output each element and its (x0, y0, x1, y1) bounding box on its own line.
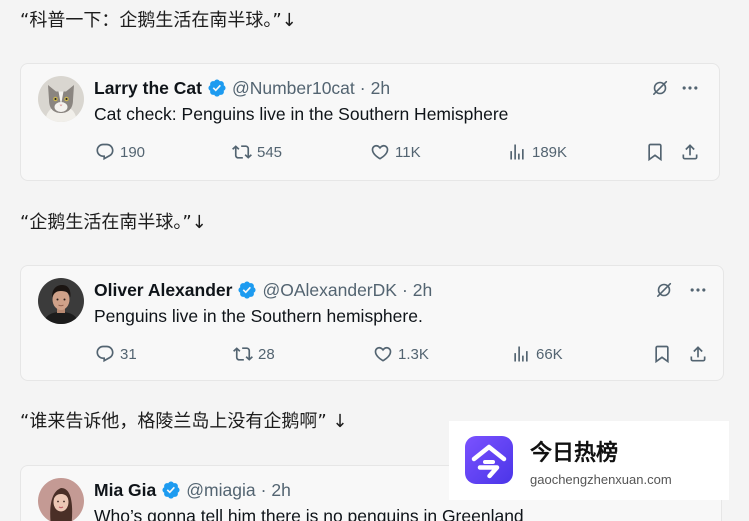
heart-icon (370, 142, 390, 162)
verified-badge-icon (207, 78, 227, 98)
person-avatar-image (38, 278, 84, 324)
share-button[interactable] (688, 344, 708, 364)
repost-count: 545 (257, 143, 283, 161)
like-count: 1.3K (398, 345, 429, 363)
logo-icon (465, 436, 513, 484)
bookmark-button[interactable] (652, 344, 672, 364)
tweet-card[interactable]: Larry the Cat @Number10cat · 2h Cat chec… (20, 63, 720, 181)
like-button[interactable]: 11K (370, 140, 421, 164)
caption-2: “企鹅生活在南半球。”↓ (20, 212, 207, 233)
like-count: 11K (395, 143, 421, 161)
tweet-text: Who’s gonna tell him there is no penguin… (94, 506, 524, 521)
person-avatar[interactable] (38, 478, 84, 521)
bar-chart-icon (507, 142, 527, 162)
views-button[interactable]: 66K (511, 342, 563, 366)
author-handle[interactable]: @OAlexanderDK (262, 280, 397, 301)
reply-button[interactable]: 190 (95, 140, 145, 164)
watermark-title: 今日热榜 (530, 441, 619, 466)
repost-count: 28 (258, 345, 275, 363)
bookmark-icon (645, 142, 665, 162)
like-button[interactable]: 1.3K (373, 342, 429, 366)
repost-icon (232, 142, 252, 162)
cat-avatar[interactable] (38, 76, 84, 122)
views-count: 189K (532, 143, 568, 161)
author-name[interactable]: Larry the Cat (94, 78, 202, 99)
tweet-text: Cat check: Penguins live in the Southern… (94, 104, 509, 124)
separator-dot: · (260, 479, 267, 500)
person-avatar[interactable] (38, 278, 84, 324)
tweet-header: Mia Gia @miagia · 2h (94, 478, 291, 502)
verified-badge-icon (161, 480, 181, 500)
views-count: 66K (536, 345, 563, 363)
tweet-text: Penguins live in the Southern hemisphere… (94, 306, 423, 326)
timestamp[interactable]: 2h (413, 280, 432, 301)
author-handle[interactable]: @Number10cat (232, 78, 355, 99)
person-avatar-image (38, 478, 84, 521)
author-name[interactable]: Oliver Alexander (94, 280, 232, 301)
jinri-rebang-logo (465, 436, 513, 484)
grok-button[interactable] (654, 280, 674, 300)
more-button[interactable] (688, 280, 708, 300)
more-dots-icon (688, 280, 708, 300)
watermark-badge: 今日热榜 gaochengzhenxuan.com (449, 421, 729, 500)
tweet-card[interactable]: Oliver Alexander @OAlexanderDK · 2h Peng… (20, 265, 724, 381)
share-icon (688, 344, 708, 364)
grok-icon (650, 78, 670, 98)
caption-3: “谁来告诉他，格陵兰岛上没有企鹅啊” ↓ (20, 411, 348, 432)
timestamp[interactable]: 2h (371, 78, 390, 99)
watermark-domain: gaochengzhenxuan.com (530, 472, 672, 487)
bar-chart-icon (511, 344, 531, 364)
separator-dot: · (401, 279, 408, 300)
verified-badge-icon (237, 280, 257, 300)
repost-button[interactable]: 28 (233, 342, 275, 366)
author-name[interactable]: Mia Gia (94, 480, 156, 501)
more-dots-icon (680, 78, 700, 98)
reply-icon (95, 344, 115, 364)
more-button[interactable] (680, 78, 700, 98)
tweet-header: Oliver Alexander @OAlexanderDK · 2h (94, 278, 432, 302)
grok-icon (654, 280, 674, 300)
cat-avatar-image (38, 76, 84, 122)
grok-button[interactable] (650, 78, 670, 98)
reply-count: 190 (120, 143, 146, 161)
repost-button[interactable]: 545 (232, 140, 282, 164)
timestamp[interactable]: 2h (271, 480, 290, 501)
reply-count: 31 (120, 345, 137, 363)
heart-icon (373, 344, 393, 364)
share-icon (680, 142, 700, 162)
reply-icon (95, 142, 115, 162)
reply-button[interactable]: 31 (95, 342, 137, 366)
author-handle[interactable]: @miagia (186, 480, 255, 501)
caption-1: “科普一下：企鹅生活在南半球。”↓ (20, 10, 297, 31)
separator-dot: · (359, 77, 366, 98)
repost-icon (233, 344, 253, 364)
tweet-header: Larry the Cat @Number10cat · 2h (94, 76, 390, 100)
bookmark-button[interactable] (645, 142, 665, 162)
share-button[interactable] (680, 142, 700, 162)
views-button[interactable]: 189K (507, 140, 567, 164)
bookmark-icon (652, 344, 672, 364)
